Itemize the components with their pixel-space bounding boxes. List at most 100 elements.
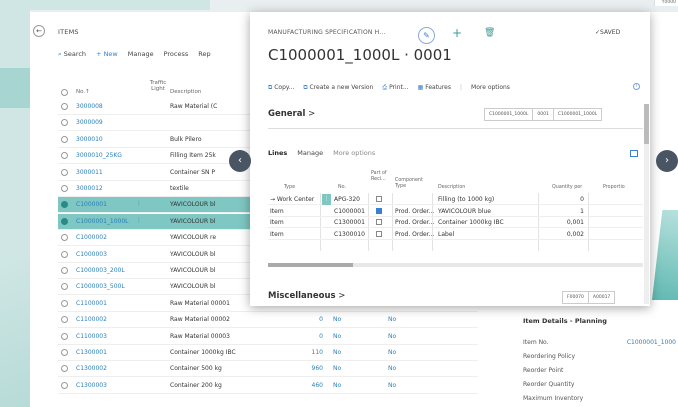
row-select-radio[interactable] <box>61 365 68 373</box>
row-select-radio[interactable] <box>61 152 68 160</box>
row-select-radio[interactable] <box>61 103 68 110</box>
row-select-radio[interactable] <box>61 283 68 291</box>
manage-menu[interactable]: Manage <box>128 50 154 59</box>
row-quantity[interactable]: 0 <box>283 333 323 340</box>
vertical-scrollbar[interactable] <box>644 104 649 304</box>
line-no[interactable]: APG-320 <box>334 196 360 203</box>
row-item-no[interactable]: C1000001 <box>76 201 107 208</box>
row-actions-icon[interactable]: ⋮ <box>136 200 142 207</box>
tab-more-options[interactable]: More options <box>333 149 375 157</box>
line-type[interactable]: Item <box>270 208 284 215</box>
row-select-radio[interactable] <box>61 168 68 176</box>
line-no[interactable]: C1000001 <box>334 208 365 215</box>
info-icon[interactable]: i <box>633 83 640 90</box>
more-options-button[interactable]: More options <box>471 84 510 92</box>
row-item-no[interactable]: C1000002 <box>76 234 107 241</box>
scroll-thumb[interactable] <box>644 104 649 144</box>
expand-lines-icon[interactable] <box>630 150 638 157</box>
search-button[interactable]: ⌕ Search <box>58 50 86 59</box>
row-select-radio[interactable] <box>61 267 68 274</box>
row-item-no[interactable]: 3000012 <box>76 185 103 192</box>
previous-record-button[interactable]: ‹ <box>229 150 251 172</box>
row-item-no[interactable]: 3000009 <box>76 119 103 126</box>
row-item-no[interactable]: 3000008 <box>76 103 103 110</box>
line-actions-icon[interactable]: ⋮ <box>322 194 331 205</box>
create-version-button[interactable]: ⧉ Create a new Version <box>303 84 373 92</box>
table-row[interactable]: C1100002 Raw Material 00002 0 No No <box>58 312 478 329</box>
tab-lines[interactable]: Lines <box>268 149 287 157</box>
row-item-no[interactable]: C1300001 <box>76 349 107 356</box>
general-section-header[interactable]: General > <box>268 109 315 119</box>
part-of-recipe-checkbox[interactable] <box>376 230 382 237</box>
line-quantity[interactable]: 0,002 <box>538 231 584 238</box>
delete-trash-icon[interactable]: 🗑 <box>484 28 495 38</box>
lines-row[interactable]: Item C1300010 Prod. Order... Label 0,002 <box>268 229 643 240</box>
add-plus-icon[interactable]: + <box>452 26 462 40</box>
planning-field-value[interactable]: C1000001_1000 <box>627 339 676 346</box>
line-no[interactable]: C1300010 <box>334 231 365 238</box>
row-select-radio[interactable] <box>61 349 68 356</box>
row-quantity[interactable]: 110 <box>283 349 323 356</box>
line-quantity[interactable]: 1 <box>538 208 584 215</box>
line-no[interactable]: C1300001 <box>334 219 365 226</box>
row-item-no[interactable]: C1000001_1000L <box>76 218 129 225</box>
copy-button[interactable]: ⧉ Copy... <box>268 84 294 92</box>
line-type[interactable]: Item <box>270 231 284 238</box>
row-item-no[interactable]: C1100003 <box>76 333 107 340</box>
line-description[interactable]: Container 1000kg IBC <box>438 219 504 226</box>
row-select-radio[interactable] <box>61 217 68 225</box>
row-item-no[interactable]: 3000011 <box>76 169 103 176</box>
line-component-type[interactable]: Prod. Order... <box>395 208 434 215</box>
part-of-recipe-checkbox[interactable] <box>376 219 382 225</box>
line-quantity[interactable]: 0 <box>538 196 584 203</box>
row-select-radio[interactable] <box>61 332 68 340</box>
line-description[interactable]: Label <box>438 231 454 238</box>
line-component-type[interactable]: Prod. Order... <box>395 231 434 238</box>
report-menu[interactable]: Rep <box>198 50 210 59</box>
row-quantity[interactable]: 0 <box>283 316 323 323</box>
new-button[interactable]: + New <box>96 50 118 59</box>
row-select-radio[interactable] <box>61 119 68 127</box>
table-row[interactable]: C1300002 Container 500 kg 960 No No <box>58 361 478 378</box>
row-item-no[interactable]: C1300003 <box>76 382 107 389</box>
header-traffic-light[interactable]: Traffic Light <box>146 80 170 92</box>
row-actions-icon[interactable]: ⋮ <box>136 217 142 224</box>
row-select-radio[interactable] <box>61 316 68 324</box>
row-item-no[interactable]: C1100002 <box>76 316 107 323</box>
misc-section-header[interactable]: Miscellaneous > <box>268 291 345 301</box>
row-item-no[interactable]: C1100001 <box>76 300 107 307</box>
scroll-thumb[interactable] <box>268 263 353 267</box>
table-row[interactable]: C1300001 Container 1000kg IBC 110 No No <box>58 345 478 361</box>
line-description[interactable]: YAVICOLOUR blue <box>438 208 491 215</box>
row-item-no[interactable]: 3000010 <box>76 136 103 143</box>
row-item-no[interactable]: C1300002 <box>76 365 107 372</box>
table-row[interactable]: C1300003 Container 200 kg 460 No No <box>58 378 478 394</box>
table-row[interactable]: C1100003 Raw Material 00003 0 No No <box>58 329 478 345</box>
lines-row[interactable]: Item C1300001 Prod. Order... Container 1000… <box>268 217 643 228</box>
header-description[interactable]: Description <box>170 89 201 95</box>
lines-row[interactable]: → Work Center ⋮ APG-320 Filling (to 1000 kg… <box>268 194 643 205</box>
part-of-recipe-checkbox[interactable] <box>376 196 382 202</box>
row-select-radio[interactable] <box>61 234 68 242</box>
part-of-recipe-checkbox[interactable] <box>376 207 382 214</box>
row-item-no[interactable]: C1000003_500L <box>76 283 125 290</box>
horizontal-scrollbar[interactable] <box>268 263 643 267</box>
row-select-radio[interactable] <box>61 201 68 209</box>
row-quantity[interactable]: 960 <box>283 365 323 372</box>
line-type[interactable]: Item <box>270 219 284 226</box>
row-quantity[interactable]: 460 <box>283 382 323 389</box>
next-record-button[interactable]: › <box>656 150 678 172</box>
row-item-no[interactable]: C1000003_200L <box>76 267 125 274</box>
header-no[interactable]: No.↑ <box>76 89 90 95</box>
row-select-radio[interactable] <box>61 250 68 258</box>
row-select-radio[interactable] <box>61 381 68 389</box>
lines-row[interactable]: Item C1000001 Prod. Order... YAVICOLOUR blu… <box>268 206 643 217</box>
back-arrow-icon[interactable]: ← <box>33 25 45 37</box>
line-type[interactable]: → Work Center <box>270 196 314 203</box>
row-item-no[interactable]: C1000003 <box>76 251 107 258</box>
tab-manage[interactable]: Manage <box>297 149 323 157</box>
features-button[interactable]: ▦ Features <box>418 84 451 92</box>
line-component-type[interactable]: Prod. Order... <box>395 219 434 226</box>
row-select-radio[interactable] <box>61 135 68 143</box>
edit-pencil-icon[interactable]: ✎ <box>418 27 435 44</box>
